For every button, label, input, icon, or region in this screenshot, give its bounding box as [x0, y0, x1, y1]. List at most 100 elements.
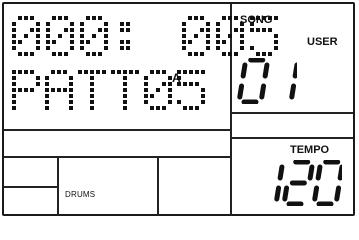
dot-matrix-dot — [240, 40, 244, 44]
dot-matrix-dot — [104, 46, 108, 50]
dot-matrix-dot — [46, 40, 50, 44]
dot-matrix-dot — [64, 16, 68, 20]
dot-matrix-dot — [188, 52, 192, 56]
bar-position-display — [12, 16, 278, 56]
dot-matrix-dot — [256, 52, 260, 56]
dot-matrix-dot — [195, 70, 199, 74]
dot-matrix-dot — [69, 100, 73, 104]
dot-matrix-dot — [86, 40, 90, 44]
dot-matrix-dot — [51, 70, 55, 74]
dot-matrix-dot — [12, 70, 16, 74]
dot-matrix-dot — [195, 106, 199, 110]
dot-matrix-dot — [70, 46, 74, 50]
dot-matrix-dot — [92, 16, 96, 20]
dot-matrix-dot — [12, 106, 16, 110]
dot-matrix-dot — [69, 94, 73, 98]
dot-matrix-dot — [63, 70, 67, 74]
dot-matrix-dot — [135, 70, 139, 74]
dot-matrix-dot — [201, 94, 205, 98]
dot-matrix-dot — [182, 34, 186, 38]
dot-matrix-dot — [30, 70, 34, 74]
dot-matrix-dot — [228, 52, 232, 56]
dot-matrix-dot — [188, 40, 192, 44]
seven-segment-bar — [315, 164, 323, 181]
dot-matrix-char — [12, 16, 40, 56]
dot-matrix-dot — [144, 100, 148, 104]
dot-matrix-dot — [274, 46, 278, 50]
dot-matrix-dot — [98, 16, 102, 20]
dot-matrix-dot — [98, 28, 102, 32]
seven-segment-bar — [259, 83, 267, 100]
dot-matrix-dot — [262, 52, 266, 56]
dot-matrix-dot — [268, 52, 272, 56]
dot-matrix-dot — [228, 16, 232, 20]
dot-matrix-dot — [64, 52, 68, 56]
dot-matrix-dot — [189, 106, 193, 110]
part-label-drums: DRUMS — [65, 190, 96, 199]
dot-matrix-dot — [69, 106, 73, 110]
seven-segment-bar — [237, 83, 245, 100]
dot-matrix-dot — [46, 28, 50, 32]
dot-matrix-dot — [24, 34, 28, 38]
dot-matrix-dot — [156, 88, 160, 92]
dot-matrix-dot — [162, 82, 166, 86]
dot-matrix-dot — [52, 16, 56, 20]
dot-matrix-dot — [78, 70, 82, 74]
dot-matrix-dot — [123, 82, 127, 86]
dot-matrix-dot — [183, 70, 187, 74]
dot-matrix-dot — [156, 70, 160, 74]
dot-matrix-dot — [104, 28, 108, 32]
dot-matrix-dot — [228, 34, 232, 38]
dot-matrix-dot — [206, 28, 210, 32]
dot-matrix-dot — [194, 34, 198, 38]
dot-matrix-dot — [222, 52, 226, 56]
dot-matrix-dot — [162, 106, 166, 110]
dot-matrix-dot — [274, 16, 278, 20]
dot-matrix-dot — [262, 28, 266, 32]
seven-segment-bar — [307, 164, 315, 181]
dot-matrix-dot — [36, 22, 40, 26]
dot-matrix-dot — [69, 88, 73, 92]
dot-matrix-dot — [70, 40, 74, 44]
dot-matrix-dot — [120, 22, 124, 26]
dot-matrix-dot — [200, 28, 204, 32]
dot-matrix-dot — [12, 40, 16, 44]
dot-matrix-dot — [216, 34, 220, 38]
dot-matrix-dot — [80, 46, 84, 50]
dot-matrix-dot — [240, 46, 244, 50]
dot-matrix-dot — [194, 52, 198, 56]
dot-matrix-char — [148, 16, 176, 56]
dot-matrix-dot — [168, 100, 172, 104]
dot-matrix-dot — [274, 34, 278, 38]
dot-matrix-dot — [216, 40, 220, 44]
dot-matrix-dot — [80, 40, 84, 44]
dot-matrix-dot — [126, 40, 130, 44]
dot-matrix-dot — [45, 94, 49, 98]
dot-matrix-dot — [36, 40, 40, 44]
dot-matrix-dot — [200, 16, 204, 20]
dot-matrix-dot — [64, 28, 68, 32]
dot-matrix-dot — [206, 22, 210, 26]
dot-matrix-dot — [240, 28, 244, 32]
dot-matrix-dot — [129, 70, 133, 74]
dot-matrix-dot — [46, 34, 50, 38]
dot-matrix-dot — [120, 40, 124, 44]
dot-matrix-char — [177, 70, 205, 110]
dot-matrix-dot — [24, 70, 28, 74]
dot-matrix-char — [111, 70, 139, 110]
seven-segment-bar — [289, 83, 297, 100]
dot-matrix-dot — [156, 106, 160, 110]
dot-matrix-dot — [216, 22, 220, 26]
dot-matrix-dot — [12, 82, 16, 86]
dot-matrix-dot — [250, 28, 254, 32]
dot-matrix-dot — [201, 100, 205, 104]
dot-matrix-dot — [168, 94, 172, 98]
dot-matrix-char — [12, 70, 40, 110]
dot-matrix-dot — [183, 106, 187, 110]
dot-matrix-dot — [69, 76, 73, 80]
dot-matrix-dot — [30, 28, 34, 32]
dot-matrix-dot — [92, 52, 96, 56]
dot-matrix-dot — [150, 94, 154, 98]
song-number-display — [237, 58, 297, 104]
dot-matrix-dot — [182, 46, 186, 50]
